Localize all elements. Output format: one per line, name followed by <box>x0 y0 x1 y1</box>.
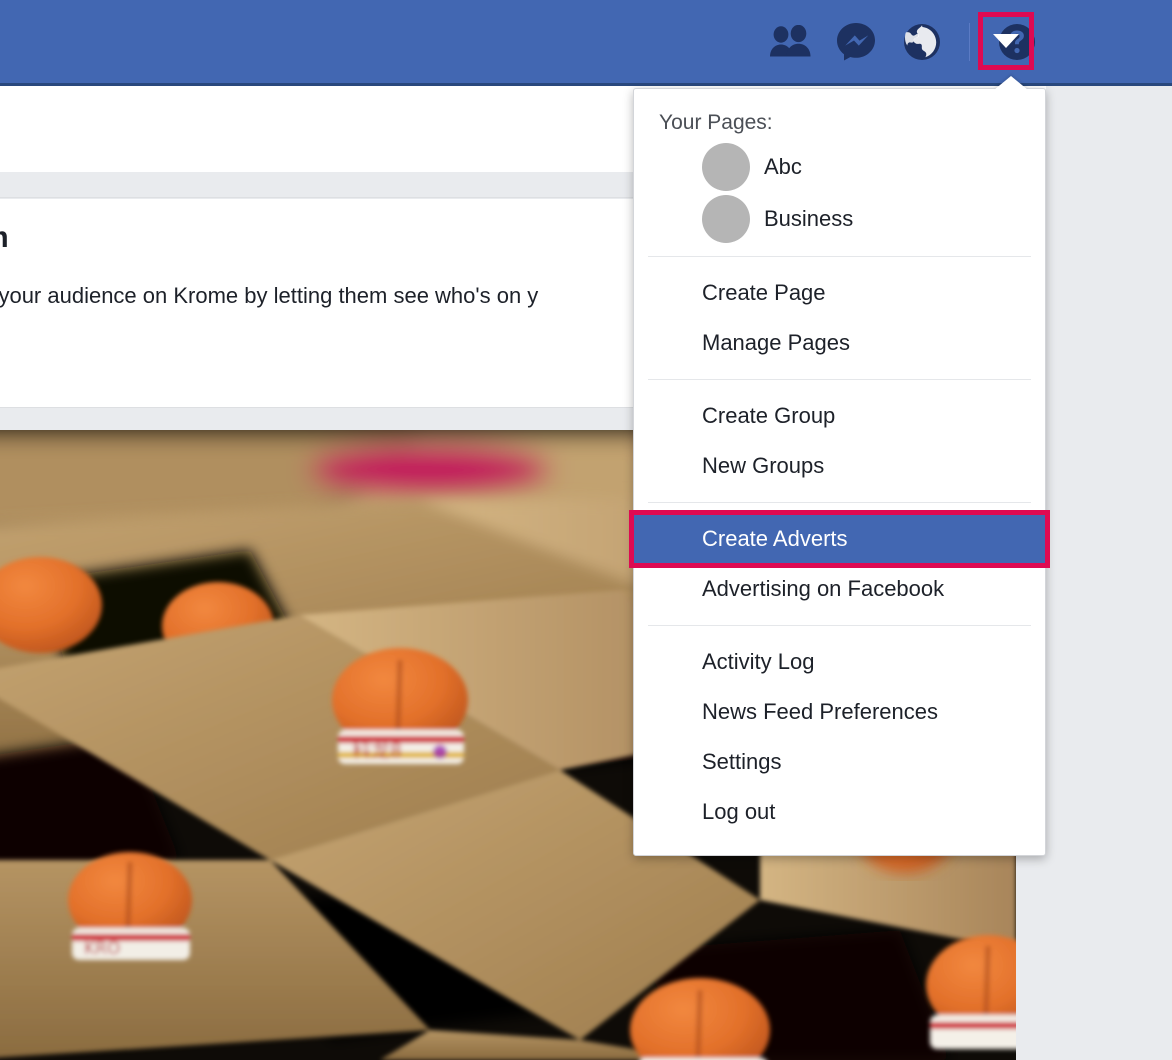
page-avatar <box>702 143 750 191</box>
svg-text:科龙8: 科龙8 <box>352 740 402 762</box>
page-item-business[interactable]: Business <box>634 193 1045 245</box>
nav-divider <box>969 23 970 61</box>
promo-subtitle: th your audience on Krome by letting the… <box>0 283 538 309</box>
svg-text:KRO: KRO <box>84 939 120 959</box>
menu-item-create-adverts[interactable]: Create Adverts <box>633 514 1046 564</box>
menu-divider <box>648 625 1031 626</box>
page-name: Abc <box>764 154 802 180</box>
notifications-globe-icon[interactable] <box>889 0 955 83</box>
menu-divider <box>648 502 1031 503</box>
top-navigation-bar <box>0 0 1172 86</box>
menu-divider <box>648 256 1031 257</box>
menu-pointer-arrow <box>994 76 1028 90</box>
menu-item-new-groups[interactable]: New Groups <box>634 441 1045 491</box>
account-dropdown-caret[interactable] <box>978 12 1034 70</box>
messenger-icon[interactable] <box>823 0 889 83</box>
your-pages-heading: Your Pages: <box>634 89 1045 141</box>
friend-requests-icon[interactable] <box>757 0 823 83</box>
page-name: Business <box>764 206 853 232</box>
menu-divider <box>648 379 1031 380</box>
account-dropdown-menu: Your Pages: Abc Business Create Page Man… <box>633 88 1046 856</box>
menu-item-log-out[interactable]: Log out <box>634 787 1045 837</box>
menu-item-settings[interactable]: Settings <box>634 737 1045 787</box>
menu-item-create-page[interactable]: Create Page <box>634 268 1045 318</box>
menu-item-news-feed-preferences[interactable]: News Feed Preferences <box>634 687 1045 737</box>
menu-item-activity-log[interactable]: Activity Log <box>634 637 1045 687</box>
page-avatar <box>702 195 750 243</box>
promo-title: m <box>0 221 9 255</box>
menu-item-advertising-on-facebook[interactable]: Advertising on Facebook <box>634 564 1045 614</box>
chevron-down-icon <box>993 33 1019 49</box>
menu-bottom-padding <box>634 837 1045 855</box>
menu-item-manage-pages[interactable]: Manage Pages <box>634 318 1045 368</box>
menu-item-create-group[interactable]: Create Group <box>634 391 1045 441</box>
page-item-abc[interactable]: Abc <box>634 141 1045 193</box>
